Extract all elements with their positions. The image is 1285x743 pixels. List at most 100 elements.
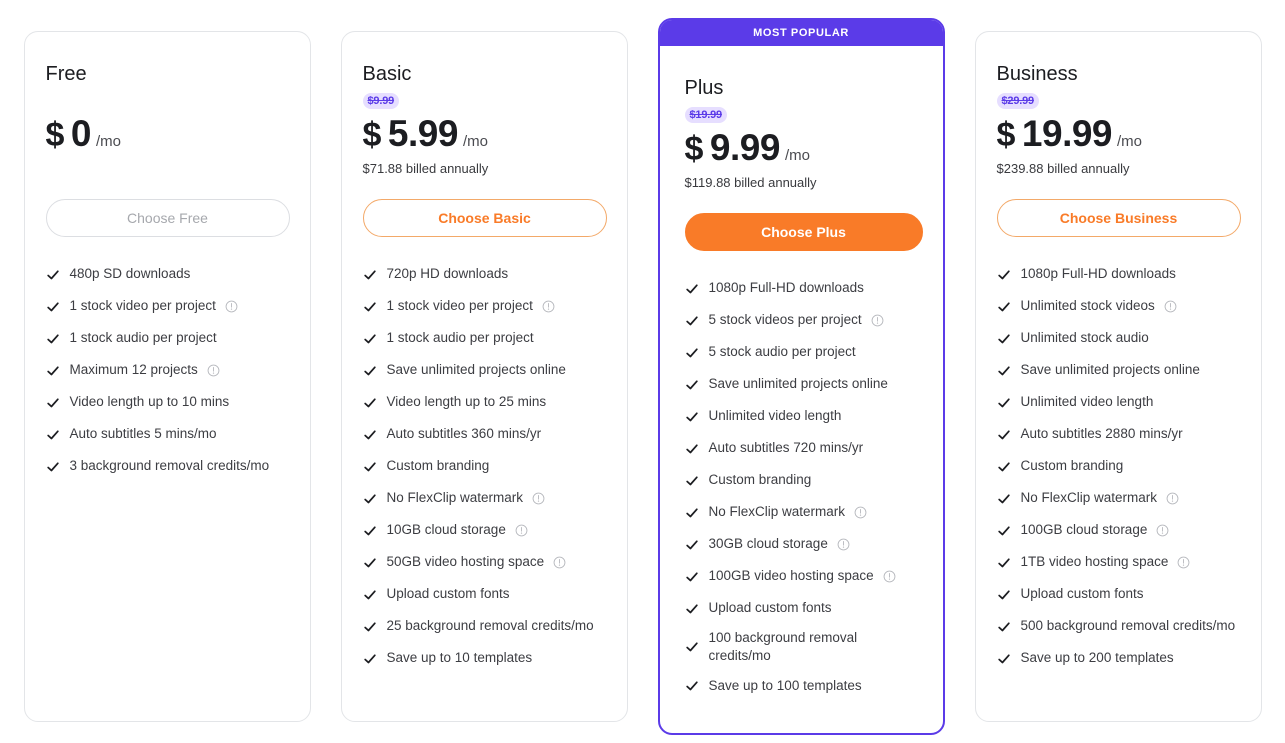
plan-name: Business (996, 63, 1078, 85)
info-icon[interactable] (1156, 524, 1169, 537)
feature-item: Unlimited stock videos (997, 295, 1241, 318)
price-amount: 0 (70, 113, 92, 154)
feature-label: Custom branding (386, 458, 490, 474)
feature-item: 500 background removal credits/mo (997, 615, 1241, 638)
feature-item: Upload custom fonts (685, 597, 923, 620)
check-icon (997, 524, 1011, 538)
feature-item: Custom branding (363, 455, 607, 478)
feature-label: Auto subtitles 2880 mins/yr (1020, 426, 1183, 442)
billed-annually-note: $71.88 billed annually (362, 161, 489, 176)
plan-name: Free (45, 63, 87, 85)
check-icon (685, 570, 699, 584)
info-icon[interactable] (553, 556, 566, 569)
feature-label: 1080p Full-HD downloads (1020, 266, 1176, 282)
info-icon[interactable] (532, 492, 545, 505)
feature-label: Upload custom fonts (386, 586, 510, 602)
price-currency: $ (362, 116, 382, 154)
feature-label: Video length up to 10 mins (69, 394, 230, 410)
feature-label: 1 stock audio per project (386, 330, 534, 346)
feature-item: 1TB video hosting space (997, 551, 1241, 574)
price-original-strikethrough: $9.99 (362, 93, 400, 110)
feature-item: Save unlimited projects online (685, 373, 923, 396)
choose-business-button[interactable]: Choose Business (996, 199, 1241, 237)
feature-label: Video length up to 25 mins (386, 394, 547, 410)
feature-item: 1 stock audio per project (46, 327, 290, 350)
feature-item: 1 stock video per project (46, 295, 290, 318)
feature-label: 1 stock video per project (69, 298, 216, 314)
check-icon (685, 679, 699, 693)
plan-price: $19.99/mo $29.99 (996, 93, 1241, 154)
feature-item: Unlimited video length (685, 405, 923, 428)
plan-name: Basic (362, 63, 412, 85)
check-icon (46, 396, 60, 410)
check-icon (685, 538, 699, 552)
feature-item: 3 background removal credits/mo (46, 455, 290, 478)
plan-body: Plus $9.99/mo $19.99 $119.88 billed annuall… (660, 46, 943, 731)
feature-label: 100 background removal credits/mo (708, 630, 858, 664)
check-icon (997, 300, 1011, 314)
info-icon[interactable] (515, 524, 528, 537)
choose-plus-button[interactable]: Choose Plus (684, 213, 923, 251)
check-icon (685, 410, 699, 424)
check-icon (363, 524, 377, 538)
info-icon[interactable] (1166, 492, 1179, 505)
feature-label: 5 stock videos per project (708, 312, 862, 328)
feature-label: Custom branding (1020, 458, 1124, 474)
feature-item: 1 stock audio per project (363, 327, 607, 350)
feature-item: 10GB cloud storage (363, 519, 607, 542)
price-currency: $ (996, 116, 1016, 154)
feature-label: 1 stock audio per project (69, 330, 217, 346)
info-icon[interactable] (542, 300, 555, 313)
check-icon (363, 588, 377, 602)
feature-label: 1 stock video per project (386, 298, 533, 314)
feature-item: 1080p Full-HD downloads (997, 263, 1241, 286)
feature-list: 480p SD downloads 1 stock video per proje… (46, 263, 290, 478)
feature-item: Maximum 12 projects (46, 359, 290, 382)
feature-label: Save unlimited projects online (386, 362, 566, 378)
feature-item: 100 background removal credits/mo (685, 629, 923, 666)
plan-name: Plus (684, 77, 724, 99)
price-original-strikethrough: $19.99 (684, 107, 727, 124)
feature-item: Custom branding (685, 469, 923, 492)
check-icon (363, 428, 377, 442)
info-icon[interactable] (837, 538, 850, 551)
check-icon (997, 588, 1011, 602)
price-period: /mo (1117, 133, 1143, 150)
info-icon[interactable] (883, 570, 896, 583)
check-icon (997, 268, 1011, 282)
feature-label: 30GB cloud storage (708, 536, 828, 552)
feature-label: 480p SD downloads (69, 266, 191, 282)
check-icon (363, 652, 377, 666)
choose-free-button: Choose Free (45, 199, 290, 237)
feature-item: No FlexClip watermark (997, 487, 1241, 510)
plan-card-business: Business $19.99/mo $29.99 $239.88 billed an… (974, 31, 1262, 722)
check-icon (997, 332, 1011, 346)
feature-label: Save unlimited projects online (708, 376, 888, 392)
pricing-plans-grid: Free $0/mo Choose Free 480p SD downloads 1 s… (0, 0, 1285, 743)
feature-list: 1080p Full-HD downloads 5 stock videos pe… (685, 277, 923, 698)
feature-label: No FlexClip watermark (708, 504, 846, 520)
info-icon[interactable] (854, 506, 867, 519)
check-icon (363, 332, 377, 346)
choose-basic-button[interactable]: Choose Basic (362, 199, 607, 237)
billed-annually-note: $239.88 billed annually (996, 161, 1130, 176)
feature-label: No FlexClip watermark (386, 490, 524, 506)
check-icon (685, 282, 699, 296)
feature-item: Auto subtitles 720 mins/yr (685, 437, 923, 460)
feature-label: Auto subtitles 5 mins/mo (69, 426, 217, 442)
plan-card-basic: Basic $5.99/mo $9.99 $71.88 billed annually… (340, 31, 628, 722)
feature-item: Auto subtitles 2880 mins/yr (997, 423, 1241, 446)
check-icon (46, 332, 60, 346)
info-icon[interactable] (207, 364, 220, 377)
feature-label: 100GB cloud storage (1020, 522, 1148, 538)
check-icon (997, 396, 1011, 410)
info-icon[interactable] (225, 300, 238, 313)
feature-label: Unlimited stock videos (1020, 298, 1155, 314)
feature-item: 50GB video hosting space (363, 551, 607, 574)
plan-price: $9.99/mo $19.99 (684, 107, 923, 166)
plan-card-free: Free $0/mo Choose Free 480p SD downloads 1 s… (23, 31, 311, 722)
info-icon[interactable] (1177, 556, 1190, 569)
info-icon[interactable] (1164, 300, 1177, 313)
feature-label: 100GB video hosting space (708, 568, 874, 584)
info-icon[interactable] (871, 314, 884, 327)
